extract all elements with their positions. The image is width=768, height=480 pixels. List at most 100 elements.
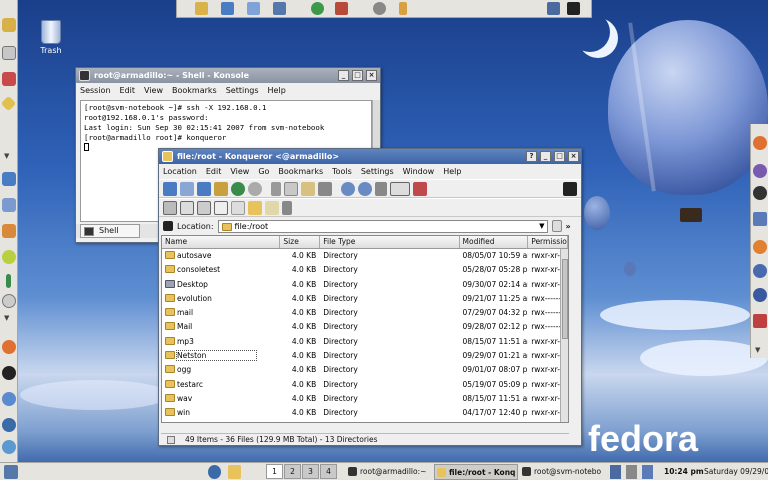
document-icon[interactable] [2, 46, 16, 60]
wrench-icon[interactable] [626, 465, 637, 479]
split-icon[interactable] [197, 200, 211, 215]
firefox-icon[interactable] [2, 340, 16, 354]
update-icon[interactable] [642, 465, 653, 479]
paste-icon[interactable] [301, 181, 315, 196]
column-header-name[interactable]: Name [162, 236, 281, 248]
magnifier-icon[interactable] [2, 294, 16, 308]
diamond-icon[interactable] [0, 95, 17, 112]
more-toolbar-icon[interactable]: » [566, 222, 571, 231]
table-row[interactable]: consoletest 4.0 KB Directory 05/28/07 05:28… [162, 263, 568, 277]
menu-bookmarks[interactable]: Bookmarks [172, 86, 217, 95]
burn-icon[interactable] [753, 240, 767, 254]
firefox-icon[interactable] [753, 136, 767, 150]
clear-location-icon[interactable] [163, 221, 173, 231]
column-header-type[interactable]: File Type [320, 236, 460, 248]
browser-launcher-icon[interactable] [208, 465, 221, 479]
kmenu-button[interactable] [4, 465, 18, 479]
task-ssh-konsole[interactable]: root@svm-notebo [520, 464, 606, 480]
task-konsole[interactable]: root@armadillo:~ [346, 464, 432, 480]
table-row[interactable]: Mail 4.0 KB Directory 09/28/07 02:12 pm rwx-… [162, 320, 568, 334]
terminal-panel-icon[interactable] [231, 200, 245, 215]
file-name-cell[interactable]: mp3 [162, 335, 280, 349]
column-header-modified[interactable]: Modified [460, 236, 529, 248]
menu-help[interactable]: Help [268, 86, 286, 95]
table-row[interactable]: Netston 4.0 KB Directory 09/29/07 01:21 am r… [162, 349, 568, 363]
file-name-cell[interactable]: mail [162, 306, 280, 320]
globe-icon[interactable] [311, 2, 324, 15]
forward-arrow-icon[interactable] [197, 181, 211, 196]
terminal-icon[interactable] [567, 2, 580, 15]
battery-icon[interactable] [399, 2, 407, 15]
scrollbar-thumb[interactable] [562, 259, 568, 339]
network-monitor-icon[interactable] [547, 2, 560, 15]
menu-go[interactable]: Go [258, 167, 269, 176]
file-name-cell[interactable]: win [162, 406, 280, 420]
browser-icon[interactable] [2, 392, 16, 406]
menu-settings[interactable]: Settings [361, 167, 394, 176]
file-name-cell[interactable]: ogg [162, 363, 280, 377]
table-row[interactable]: evolution 4.0 KB Directory 09/21/07 11:25 a… [162, 292, 568, 306]
print-icon[interactable] [318, 181, 332, 196]
minimize-button[interactable]: _ [338, 70, 349, 81]
clock-date[interactable]: Saturday 09/29/07 [704, 465, 768, 479]
icon-view-icon[interactable] [375, 181, 387, 196]
table-row[interactable]: win 4.0 KB Directory 04/17/07 12:40 pm rwxr-… [162, 406, 568, 420]
up-arrow-icon[interactable] [163, 181, 177, 196]
konqueror-titlebar[interactable]: file:/root - Konqueror <@armadillo> ? _ … [159, 149, 581, 164]
clock-time[interactable]: 10:24 pm [664, 465, 704, 479]
penguin-icon[interactable] [753, 186, 767, 200]
table-row[interactable]: autosave 4.0 KB Directory 08/05/07 10:59 am… [162, 249, 568, 263]
file-manager-launcher-icon[interactable] [228, 465, 241, 479]
close-button[interactable]: × [568, 151, 579, 162]
desktop-4[interactable]: 4 [320, 464, 337, 479]
new-folder-icon[interactable] [248, 200, 262, 215]
go-button[interactable] [551, 220, 562, 232]
menu-tools[interactable]: Tools [332, 167, 352, 176]
gear-icon[interactable] [373, 2, 386, 15]
palette-icon[interactable] [2, 250, 16, 264]
zoom-out-icon[interactable] [358, 181, 372, 196]
desktop-icon[interactable] [221, 2, 234, 15]
desktop-3[interactable]: 3 [302, 464, 319, 479]
package-icon[interactable] [335, 2, 348, 15]
filter-icon[interactable] [282, 200, 292, 215]
zoom-in-icon[interactable] [341, 181, 355, 196]
file-name-cell[interactable]: Mail [162, 320, 280, 334]
location-input[interactable]: file:/root ▼ [217, 219, 548, 233]
trash-desktop-icon[interactable]: Trash [36, 18, 66, 55]
desktop-1[interactable]: 1 [266, 464, 283, 479]
file-name-cell[interactable]: consoletest [162, 263, 280, 277]
pipette-icon[interactable] [6, 274, 11, 288]
network-icon[interactable] [247, 2, 260, 15]
column-header-size[interactable]: Size [280, 236, 321, 248]
folder-share-icon[interactable] [753, 212, 767, 226]
menu-window[interactable]: Window [403, 167, 435, 176]
reload-icon[interactable] [231, 181, 245, 196]
sidebar-icon[interactable] [214, 200, 228, 215]
file-name-cell[interactable]: Netston [162, 349, 280, 363]
messenger-icon[interactable] [753, 164, 767, 178]
file-name-cell[interactable]: wav [162, 392, 280, 406]
menu-location[interactable]: Location [163, 167, 197, 176]
menu-session[interactable]: Session [80, 86, 111, 95]
konsole-titlebar[interactable]: root@armadillo:~ - Shell - Konsole _ □ × [76, 68, 380, 83]
table-row[interactable]: ogg 4.0 KB Directory 09/01/07 08:07 pm rwxr-… [162, 363, 568, 377]
panel-collapse-arrow-icon[interactable]: ▼ [4, 314, 9, 322]
network-globe-icon[interactable] [2, 418, 16, 432]
menu-settings[interactable]: Settings [226, 86, 259, 95]
back-arrow-icon[interactable] [180, 181, 194, 196]
throbber-icon[interactable] [563, 181, 577, 196]
file-name-cell[interactable]: autosave [162, 249, 280, 263]
network-icon[interactable] [753, 264, 767, 278]
menu-bookmarks[interactable]: Bookmarks [278, 167, 323, 176]
panel-collapse-arrow-icon[interactable]: ▼ [4, 152, 9, 160]
minimize-button[interactable]: _ [540, 151, 551, 162]
column-header-permission[interactable]: Permission [528, 236, 568, 248]
pencil-icon[interactable] [2, 18, 16, 32]
konqueror-window[interactable]: file:/root - Konqueror <@armadillo> ? _ … [158, 148, 582, 446]
tab-shell[interactable]: Shell [80, 224, 140, 238]
klipper-icon[interactable] [610, 465, 621, 479]
find-icon[interactable] [180, 200, 194, 215]
desktop-2[interactable]: 2 [284, 464, 301, 479]
file-name-cell[interactable]: evolution [162, 292, 280, 306]
